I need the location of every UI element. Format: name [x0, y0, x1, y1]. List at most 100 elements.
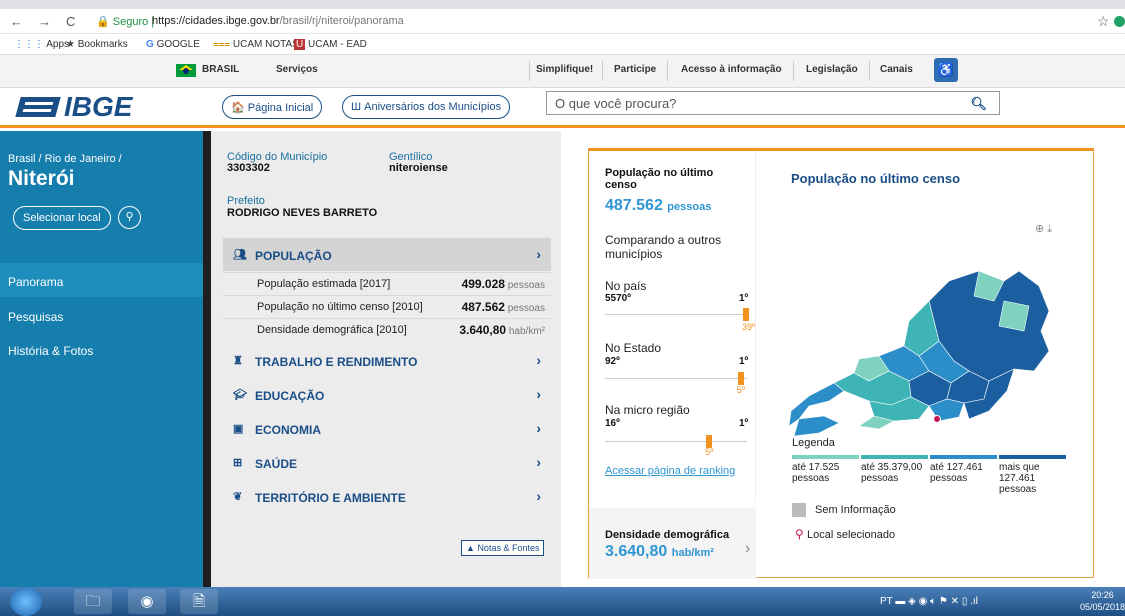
section-saude[interactable]: ⊞ SAÚDE ›: [223, 446, 551, 479]
legend-label: até 127.461 pessoas: [930, 462, 983, 484]
word-icon[interactable]: 🗎: [180, 589, 218, 614]
star-icon: ★: [66, 39, 75, 50]
system-tray[interactable]: PT ▬ ◈ ◉ 🔈︎ ⚑ ✕ ▯ .ıl: [880, 596, 978, 607]
table-row[interactable]: Densidade demográfica [2010] 3.640,80 ha…: [223, 318, 551, 341]
state-map[interactable]: [779, 241, 1059, 441]
gov-link-simplifique[interactable]: Simplifique!: [536, 64, 593, 75]
url-host: https://cidades.ibge.gov.br: [152, 15, 280, 27]
location-pin-icon[interactable]: ⚲: [118, 206, 141, 229]
start-button[interactable]: [10, 587, 42, 616]
prefeito-label: Prefeito: [227, 195, 265, 207]
ibge-logo[interactable]: IBGE: [64, 91, 132, 123]
secure-text: Seguro: [112, 16, 149, 28]
section-populacao[interactable]: 👥︎ POPULAÇÃO ›: [223, 238, 551, 271]
section-educacao[interactable]: 🎓︎ EDUCAÇÃO ›: [223, 378, 551, 411]
hospital-icon: ⊞: [233, 457, 243, 469]
section-trabalho[interactable]: ♜ TRABALHO E RENDIMENTO ›: [223, 344, 551, 377]
bookmark-ucam-ead[interactable]: U UCAM - EAD: [294, 39, 367, 50]
section-title: TERRITÓRIO E AMBIENTE: [255, 491, 406, 505]
rank-marker: [737, 372, 744, 385]
browser-toolbar: ← → C 🔒 Seguro | https://cidades.ibge.go…: [0, 9, 1125, 34]
select-location-button[interactable]: Selecionar local: [13, 206, 111, 230]
back-icon[interactable]: ←: [10, 14, 23, 29]
chrome-icon[interactable]: ◉: [128, 589, 166, 614]
density-card[interactable]: Densidade demográfica 3.640,80 hab/km² ›: [589, 508, 756, 579]
gov-link-acesso[interactable]: Acesso à informação: [681, 64, 782, 75]
forward-icon[interactable]: →: [38, 14, 51, 29]
rank-track: [605, 314, 747, 315]
bookmark-star-icon[interactable]: ☆: [1097, 13, 1110, 30]
map-pin-icon: ⚲: [795, 527, 804, 541]
gov-brasil-link[interactable]: BRASIL: [202, 64, 239, 75]
home-label: Página Inicial: [247, 102, 314, 114]
ibge-logo-mark-icon[interactable]: [15, 97, 61, 117]
rank-min: 5570º: [605, 293, 631, 304]
download-icon[interactable]: ⤓: [1047, 223, 1052, 235]
section-economia[interactable]: ▣ ECONOMIA ›: [223, 412, 551, 445]
language-indicator[interactable]: PT: [880, 596, 893, 607]
search-icon[interactable]: 🔍︎: [970, 96, 987, 112]
bookmark-ucam-notas[interactable]: ⩶ UCAM NOTAS: [213, 39, 299, 50]
city-title: Niterói: [8, 167, 75, 190]
row-number: 499.028: [461, 277, 505, 291]
table-row[interactable]: População estimada [2017] 499.028 pessoa…: [223, 272, 551, 295]
legend-selected: Local selecionado: [807, 529, 896, 541]
clock-time: 20:26: [1091, 590, 1114, 600]
reload-icon[interactable]: C: [66, 14, 75, 29]
ranking-link[interactable]: Acessar página de ranking: [605, 465, 735, 477]
density-value: 3.640,80 hab/km²: [605, 543, 714, 561]
breadcrumb[interactable]: Brasil / Rio de Janeiro /: [8, 153, 122, 165]
chevron-right-icon: ›: [536, 352, 541, 368]
bookmark-apps[interactable]: ⋮⋮⋮ Apps: [14, 39, 69, 50]
gov-link-canais[interactable]: Canais: [880, 64, 913, 75]
rank-label: No Estado: [605, 341, 662, 355]
gov-link-legislacao[interactable]: Legislação: [806, 64, 858, 75]
anniversaries-button[interactable]: Ш Aniversários dos Municípios: [342, 95, 511, 119]
extension-icon[interactable]: [1114, 16, 1125, 27]
home-icon: 🏠: [231, 102, 245, 114]
address-bar[interactable]: https://cidades.ibge.gov.br/brasil/rj/ni…: [152, 15, 404, 27]
rank-label: Na micro região: [605, 403, 690, 417]
accessibility-icon[interactable]: ♿: [934, 58, 958, 82]
warning-icon: ▲: [466, 543, 475, 553]
stats-card: População no último censo 487.562 pessoa…: [588, 148, 1094, 579]
pop-value: 487.562 pessoas: [605, 197, 711, 215]
legend-no-info: Sem Informação: [815, 504, 896, 516]
notas-label: Notas & Fontes: [477, 543, 540, 553]
sidebar-item-panorama[interactable]: Panorama: [8, 275, 63, 289]
search-input[interactable]: O que você procura? 🔍︎: [546, 91, 1000, 115]
bookmark-google[interactable]: G GOOGLE: [146, 39, 200, 50]
rank-track: [605, 378, 747, 379]
row-number: 3.640,80: [459, 323, 507, 337]
rank-position: 5º: [705, 447, 714, 457]
density-title: Densidade demográfica: [605, 529, 730, 541]
gov-servicos-link[interactable]: Serviços: [276, 64, 318, 75]
bookmark-label: UCAM NOTAS: [232, 39, 299, 50]
density-number: 3.640,80: [605, 543, 668, 560]
apps-grid-icon: ⋮⋮⋮: [14, 39, 44, 50]
section-title: SAÚDE: [255, 457, 298, 471]
secure-label[interactable]: 🔒 Seguro |: [96, 15, 154, 28]
pop-unit: pessoas: [667, 201, 712, 213]
bookmark-bookmarks[interactable]: ★ Bookmarks: [66, 39, 128, 50]
notes-sources-button[interactable]: ▲ Notas & Fontes: [461, 540, 545, 556]
row-number: 487.562: [461, 300, 505, 314]
file-explorer-icon[interactable]: 🗀: [74, 589, 112, 614]
divider: [667, 61, 668, 81]
divider: [602, 61, 603, 81]
section-territorio[interactable]: ❦ TERRITÓRIO E AMBIENTE ›: [223, 480, 551, 513]
section-title: TRABALHO E RENDIMENTO: [255, 355, 418, 369]
leaf-icon: ❦: [233, 491, 243, 503]
sidebar-item-pesquisas[interactable]: Pesquisas: [8, 310, 63, 324]
table-row[interactable]: População no último censo [2010] 487.562…: [223, 295, 551, 318]
clock[interactable]: 20:26 05/05/2018: [1080, 589, 1125, 613]
home-button[interactable]: 🏠 Página Inicial: [222, 95, 323, 119]
sidebar: Brasil / Rio de Janeiro / Niterói Seleci…: [0, 131, 203, 587]
legend-swatch: [792, 455, 859, 459]
section-title: ECONOMIA: [255, 423, 321, 437]
chevron-right-icon: ›: [536, 454, 541, 470]
zoom-icon[interactable]: ⊕: [1035, 223, 1044, 235]
sidebar-item-historia[interactable]: História & Fotos: [8, 344, 93, 358]
pop-title: População no último censo: [605, 167, 714, 191]
gov-link-participe[interactable]: Participe: [614, 64, 656, 75]
